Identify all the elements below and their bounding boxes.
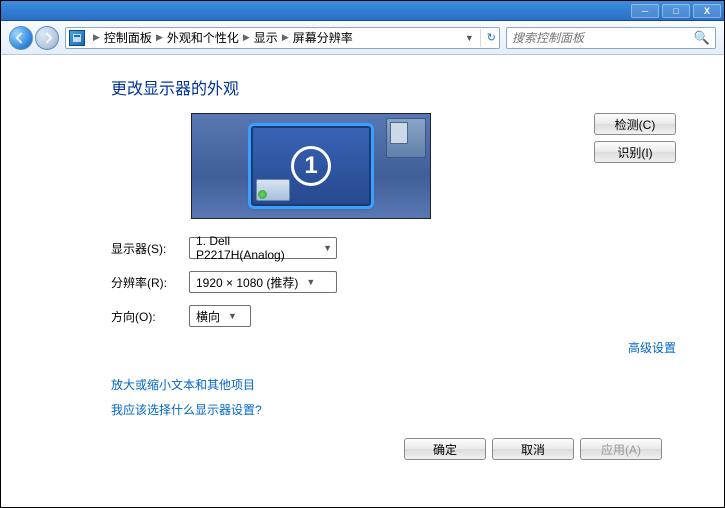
crumb-appearance[interactable]: 外观和个性化 [167, 29, 239, 46]
monitor-1[interactable]: 1 [251, 126, 371, 206]
control-panel-icon [69, 30, 85, 46]
minimize-button[interactable]: ─ [631, 4, 659, 18]
navbar: ▶ 控制面板 ▶ 外观和个性化 ▶ 显示 ▶ 屏幕分辨率 ▼ ↻ 🔍 [1, 21, 724, 55]
detect-identify-group: 检测(C) 识别(I) [594, 113, 676, 163]
page-title: 更改显示器的外观 [111, 75, 676, 99]
display-label: 显示器(S): [111, 240, 189, 257]
secondary-thumb [386, 118, 426, 158]
advanced-settings-link[interactable]: 高级设置 [628, 339, 676, 356]
maximize-button[interactable]: □ [662, 4, 690, 18]
window: ─ □ X ▶ 控制面板 ▶ 外观和个性化 ▶ 显示 ▶ 屏幕分辨率 ▼ ↻ [0, 0, 725, 508]
chevron-down-icon: ▼ [228, 311, 237, 321]
path-end-controls: ▼ ↻ [465, 29, 496, 47]
start-orb-icon [258, 190, 267, 199]
display-row: 显示器(S): 1. Dell P2217H(Analog) ▼ [111, 237, 676, 259]
display-preview-row: 1 检测(C) 识别(I) [111, 113, 676, 219]
help-link[interactable]: 我应该选择什么显示器设置? [111, 401, 676, 418]
display-select[interactable]: 1. Dell P2217H(Analog) ▼ [189, 237, 337, 259]
ok-button[interactable]: 确定 [404, 438, 486, 460]
content-area: 更改显示器的外观 1 检测(C) 识别(I) 显示器(S): [1, 55, 724, 507]
crumb-display[interactable]: 显示 [254, 29, 278, 46]
back-button[interactable] [9, 26, 33, 50]
search-icon[interactable]: 🔍 [694, 30, 710, 46]
resolution-row: 分辨率(R): 1920 × 1080 (推荐) ▼ [111, 271, 676, 293]
chevron-down-icon[interactable]: ▼ [465, 33, 474, 43]
search-box[interactable]: 🔍 [506, 27, 716, 49]
crumb-control-panel[interactable]: 控制面板 [104, 29, 152, 46]
monitor-number: 1 [291, 146, 331, 186]
resolution-value: 1920 × 1080 (推荐) [196, 274, 298, 291]
chevron-right-icon: ▶ [282, 32, 289, 43]
crumb-resolution[interactable]: 屏幕分辨率 [293, 29, 353, 46]
chevron-right-icon: ▶ [243, 32, 250, 43]
display-preview[interactable]: 1 [191, 113, 431, 219]
cancel-button[interactable]: 取消 [492, 438, 574, 460]
orientation-row: 方向(O): 横向 ▼ [111, 305, 676, 327]
detect-button[interactable]: 检测(C) [594, 113, 676, 135]
titlebar: ─ □ X [1, 1, 724, 21]
text-size-link[interactable]: 放大或缩小文本和其他项目 [111, 376, 676, 393]
chevron-right-icon: ▶ [93, 32, 100, 43]
dialog-footer: 确定 取消 应用(A) [111, 426, 676, 472]
chevron-down-icon: ▼ [306, 277, 315, 287]
resolution-select[interactable]: 1920 × 1080 (推荐) ▼ [189, 271, 337, 293]
resolution-label: 分辨率(R): [111, 274, 189, 291]
orientation-value: 横向 [196, 308, 220, 325]
close-button[interactable]: X [693, 4, 721, 18]
search-input[interactable] [512, 31, 694, 45]
chevron-right-icon: ▶ [156, 32, 163, 43]
refresh-icon[interactable]: ↻ [487, 31, 496, 44]
breadcrumb-bar[interactable]: ▶ 控制面板 ▶ 外观和个性化 ▶ 显示 ▶ 屏幕分辨率 ▼ ↻ [65, 27, 500, 49]
orientation-label: 方向(O): [111, 308, 189, 325]
orientation-select[interactable]: 横向 ▼ [189, 305, 251, 327]
display-value: 1. Dell P2217H(Analog) [196, 234, 315, 262]
apply-button[interactable]: 应用(A) [580, 438, 662, 460]
chevron-down-icon: ▼ [323, 243, 332, 253]
identify-button[interactable]: 识别(I) [594, 141, 676, 163]
nav-arrows [9, 26, 59, 50]
taskbar-thumb [256, 179, 290, 201]
forward-button[interactable] [35, 26, 59, 50]
